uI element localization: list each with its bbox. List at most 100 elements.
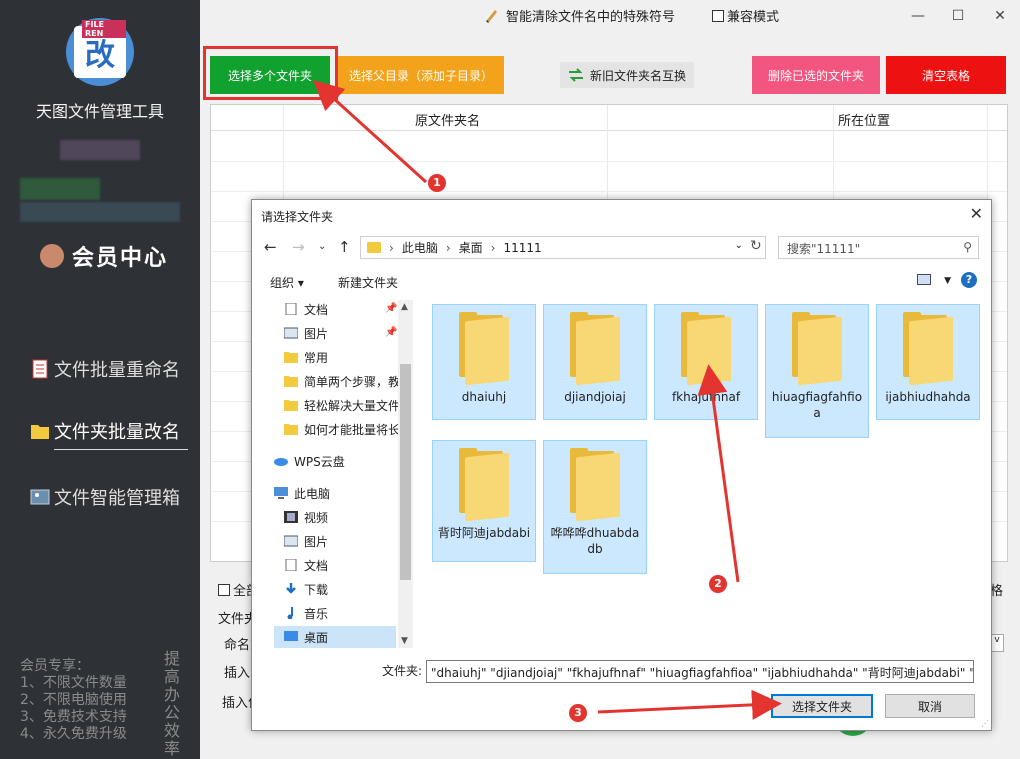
nav-smart-manager[interactable]: 文件智能管理箱: [30, 484, 180, 510]
tree-label: WPS云盘: [294, 454, 345, 469]
tree-item-music[interactable]: 音乐: [284, 602, 402, 624]
select-folder-button[interactable]: 选择文件夹: [771, 694, 873, 718]
promo-line: 1、不限文件数量: [20, 675, 127, 691]
promo-list: 会员专享： 1、不限文件数量 2、不限电脑使用 3、免费技术支持 4、永久免费升…: [20, 658, 127, 743]
breadcrumb-item[interactable]: 11111: [503, 241, 541, 255]
nav-file-batch-rename[interactable]: 文件批量重命名: [30, 356, 180, 382]
col-original-name[interactable]: 原文件夹名: [415, 110, 480, 129]
new-folder-button[interactable]: 新建文件夹: [338, 274, 398, 291]
checkbox-box[interactable]: [218, 583, 230, 596]
checkbox-box[interactable]: [712, 9, 724, 22]
folder-icon: [570, 448, 620, 522]
tree-item-folder[interactable]: 简单两个步骤，教: [284, 370, 402, 392]
address-bar[interactable]: › 此电脑 › 桌面 › 11111 ⌄: [360, 236, 766, 259]
refresh-icon[interactable]: ↻: [750, 238, 762, 254]
feature-title-text: 智能清除文件名中的特殊符号: [506, 10, 676, 25]
folder-tile[interactable]: fkhajufhnaf: [654, 304, 758, 420]
help-icon[interactable]: ?: [961, 272, 977, 288]
app-logo: FILE REN 改: [66, 18, 134, 86]
promo-line: 2、不限电脑使用: [20, 692, 127, 708]
swap-names-button[interactable]: 新旧文件夹名互换: [560, 62, 694, 88]
title-bar: 智能清除文件名中的特殊符号 兼容模式 — ☐ ✕: [200, 0, 1020, 34]
breadcrumb-item[interactable]: 桌面: [459, 239, 483, 256]
tree-label: 此电脑: [294, 486, 331, 501]
folder-icon: [284, 376, 298, 387]
tree-item-frequent[interactable]: 常用: [284, 346, 402, 368]
tree-item-folder[interactable]: 轻松解决大量文件: [284, 394, 402, 416]
tree-item-videos[interactable]: 视频: [284, 506, 402, 528]
chevron-icon: ›: [445, 240, 451, 255]
breadcrumb-item[interactable]: 此电脑: [402, 239, 438, 256]
step-marker-1: 1: [428, 174, 446, 192]
folder-view[interactable]: dhaiuhj djiandjoiaj fkhajufhnaf hiuagfia…: [430, 302, 990, 652]
folder-tile[interactable]: dhaiuhj: [432, 304, 536, 420]
chevron-down-icon[interactable]: ⌄: [735, 240, 743, 251]
col-location[interactable]: 所在位置: [838, 110, 890, 129]
organize-menu[interactable]: 组织 ▾: [270, 274, 304, 291]
select-parent-dir-button[interactable]: 选择父目录（添加子目录）: [338, 56, 504, 94]
dropdown-arrow[interactable]: v: [990, 634, 1004, 652]
tree-item-folder[interactable]: 如何才能批量将长: [284, 418, 402, 440]
view-dropdown-icon[interactable]: ▼: [944, 276, 951, 286]
tree-item-pictures[interactable]: 图片: [284, 530, 402, 552]
member-avatar-icon: [40, 244, 64, 268]
forward-arrow-icon[interactable]: →: [292, 238, 305, 256]
promo-side-text: 提高办公效率: [164, 649, 181, 758]
scroll-down-icon[interactable]: ▼: [401, 636, 408, 646]
resize-grip-icon[interactable]: ⋰: [981, 719, 989, 728]
folder-name: hiuagfiagfahfioa: [771, 390, 863, 420]
chevron-icon: ›: [389, 240, 394, 255]
close-button[interactable]: ✕: [990, 6, 1010, 26]
table-header: 原文件夹名 所在位置: [211, 105, 1007, 131]
folder-tile[interactable]: ijabhiudhahda: [876, 304, 980, 420]
scroll-up-icon[interactable]: ▲: [401, 302, 408, 312]
up-arrow-icon[interactable]: ↑: [338, 238, 351, 256]
picture-icon: [284, 535, 298, 547]
dialog-toolbar: 组织 ▾ 新建文件夹 ▼ ?: [252, 266, 991, 296]
promo-line: 会员专享：: [20, 658, 90, 674]
delete-selected-button[interactable]: 删除已选的文件夹: [752, 56, 880, 94]
compat-mode-checkbox[interactable]: 兼容模式: [712, 6, 779, 25]
dialog-close-button[interactable]: ✕: [970, 204, 983, 223]
minimize-button[interactable]: —: [908, 6, 928, 26]
scroll-thumb[interactable]: [400, 364, 411, 580]
select-folder-dialog: 请选择文件夹 ✕ ← → ⌄ ↑ › 此电脑 › 桌面 › 11111 ⌄ ↻ …: [251, 199, 992, 731]
recent-chevron-icon[interactable]: ⌄: [318, 241, 326, 252]
tree-label: 图片: [304, 326, 329, 341]
tree-item-desktop[interactable]: 桌面: [274, 626, 396, 648]
folder-name-input[interactable]: "dhaiuhj" "djiandjoiaj" "fkhajufhnaf" "h…: [426, 660, 974, 683]
folder-tile[interactable]: djiandjoiaj: [543, 304, 647, 420]
member-center-button[interactable]: 会员中心: [72, 240, 168, 272]
search-input[interactable]: 搜索"11111" ⚲: [778, 236, 979, 259]
folder-name: 哗哗哗dhuabdadb: [550, 526, 640, 556]
download-icon: [286, 583, 296, 594]
folder-tile[interactable]: 哗哗哗dhuabdadb: [543, 440, 647, 574]
tree-item-wps-cloud[interactable]: WPS云盘: [274, 450, 392, 472]
compat-label: 兼容模式: [727, 10, 780, 25]
nav-folder-batch-rename[interactable]: 文件夹批量改名: [30, 418, 188, 450]
step-marker-3: 3: [569, 704, 587, 722]
folder-icon: [792, 312, 842, 386]
view-mode-icon[interactable]: [917, 274, 931, 285]
swap-icon: [568, 68, 583, 82]
tree-item-this-pc[interactable]: 此电脑: [274, 482, 392, 504]
document-icon: [285, 559, 297, 571]
folder-tile[interactable]: hiuagfiagfahfioa: [765, 304, 869, 438]
back-arrow-icon[interactable]: ←: [264, 238, 277, 256]
nav-label: 文件夹批量改名: [54, 422, 180, 443]
cloud-icon: [274, 458, 288, 466]
tree-label: 文档: [304, 558, 329, 573]
tree-label: 轻松解决大量文件: [304, 398, 401, 413]
folder-tile[interactable]: 背时阿迪jabdabi: [432, 440, 536, 562]
feature-title[interactable]: 智能清除文件名中的特殊符号: [484, 6, 675, 25]
navigation-pane[interactable]: 文档 📌 图片 📌 常用 简单两个步骤，教 轻松解决大量文件 如何才能批量将长 …: [252, 298, 414, 650]
tree-scrollbar[interactable]: ▲ ▼: [398, 300, 413, 648]
cancel-button[interactable]: 取消: [885, 694, 975, 718]
tree-item-documents[interactable]: 文档: [284, 554, 402, 576]
maximize-button[interactable]: ☐: [948, 6, 968, 26]
search-placeholder: 搜索"11111": [787, 242, 861, 256]
folder-name: fkhajufhnaf: [671, 390, 741, 404]
clear-table-button[interactable]: 清空表格: [886, 56, 1006, 94]
dialog-title: 请选择文件夹: [261, 210, 334, 224]
tree-item-downloads[interactable]: 下载: [284, 578, 402, 600]
